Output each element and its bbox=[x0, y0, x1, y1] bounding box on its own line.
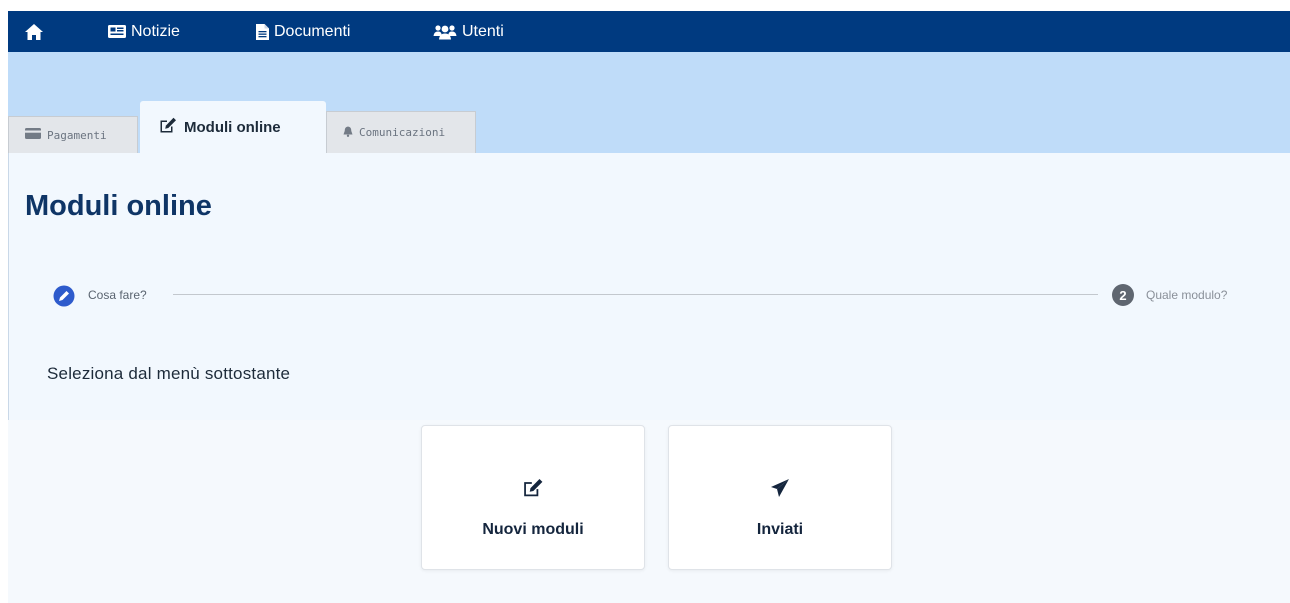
nav-utenti[interactable]: Utenti bbox=[433, 11, 504, 52]
nav-documenti[interactable]: Documenti bbox=[256, 11, 350, 52]
nav-home[interactable] bbox=[24, 11, 44, 52]
page-root: Notizie Documenti Utenti Pagamenti Modul… bbox=[0, 0, 1290, 603]
tab-moduli-online[interactable]: Moduli online bbox=[140, 101, 326, 153]
file-icon bbox=[256, 23, 269, 40]
content-panel-lower bbox=[8, 420, 1290, 603]
card-nuovi-moduli[interactable]: Nuovi moduli bbox=[421, 425, 645, 570]
pencil-icon bbox=[53, 285, 75, 312]
credit-card-icon bbox=[25, 128, 41, 142]
panel-left-border bbox=[8, 153, 9, 420]
bell-icon bbox=[343, 126, 353, 140]
top-navigation-bar: Notizie Documenti Utenti bbox=[8, 11, 1290, 52]
nav-notizie[interactable]: Notizie bbox=[108, 11, 180, 52]
tab-comunicazioni-label: Comunicazioni bbox=[359, 126, 446, 139]
edit-icon bbox=[522, 478, 544, 503]
nav-documenti-label: Documenti bbox=[274, 22, 351, 40]
edit-icon bbox=[159, 117, 177, 138]
card-inviati[interactable]: Inviati bbox=[668, 425, 892, 570]
tab-pagamenti[interactable]: Pagamenti bbox=[8, 116, 138, 153]
tab-pagamenti-label: Pagamenti bbox=[47, 128, 107, 142]
tab-moduli-online-label: Moduli online bbox=[184, 118, 281, 136]
nav-notizie-label: Notizie bbox=[131, 22, 180, 40]
users-icon bbox=[433, 24, 457, 40]
step-2-number-badge: 2 bbox=[1112, 284, 1134, 306]
step-1-label: Cosa fare? bbox=[88, 288, 147, 302]
instruction-text: Seleziona dal menù sottostante bbox=[47, 364, 291, 383]
nav-utenti-label: Utenti bbox=[462, 22, 504, 40]
tab-comunicazioni[interactable]: Comunicazioni bbox=[326, 111, 476, 153]
step-2-label: Quale modulo? bbox=[1146, 288, 1228, 302]
card-nuovi-moduli-label: Nuovi moduli bbox=[482, 521, 584, 538]
newspaper-icon bbox=[108, 24, 126, 39]
home-icon bbox=[24, 23, 44, 41]
card-inviati-label: Inviati bbox=[756, 521, 804, 538]
paper-plane-icon bbox=[770, 478, 790, 503]
stepper-connector bbox=[173, 294, 1098, 295]
page-title: Moduli online bbox=[25, 190, 212, 222]
